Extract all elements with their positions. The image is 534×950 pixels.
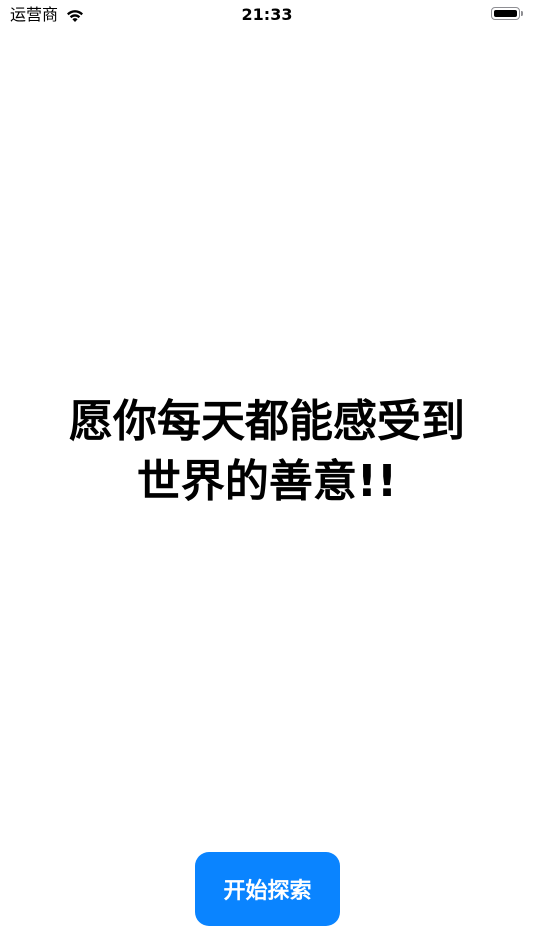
- welcome-message-line-1: 愿你每天都能感受到: [69, 396, 465, 447]
- battery-tip: [521, 11, 523, 16]
- start-explore-button[interactable]: 开始探索: [195, 852, 340, 926]
- start-explore-label: 开始探索: [223, 879, 312, 904]
- welcome-message: 愿你每天都能感受到 世界的善意!!: [20, 392, 514, 512]
- status-bar: 运营商 21:33: [0, 0, 534, 32]
- welcome-message-line-2: 世界的善意!!: [136, 456, 398, 507]
- battery-body: [491, 7, 520, 20]
- battery-full-icon: [491, 7, 526, 23]
- status-time: 21:33: [241, 5, 293, 24]
- battery-level: [494, 10, 517, 17]
